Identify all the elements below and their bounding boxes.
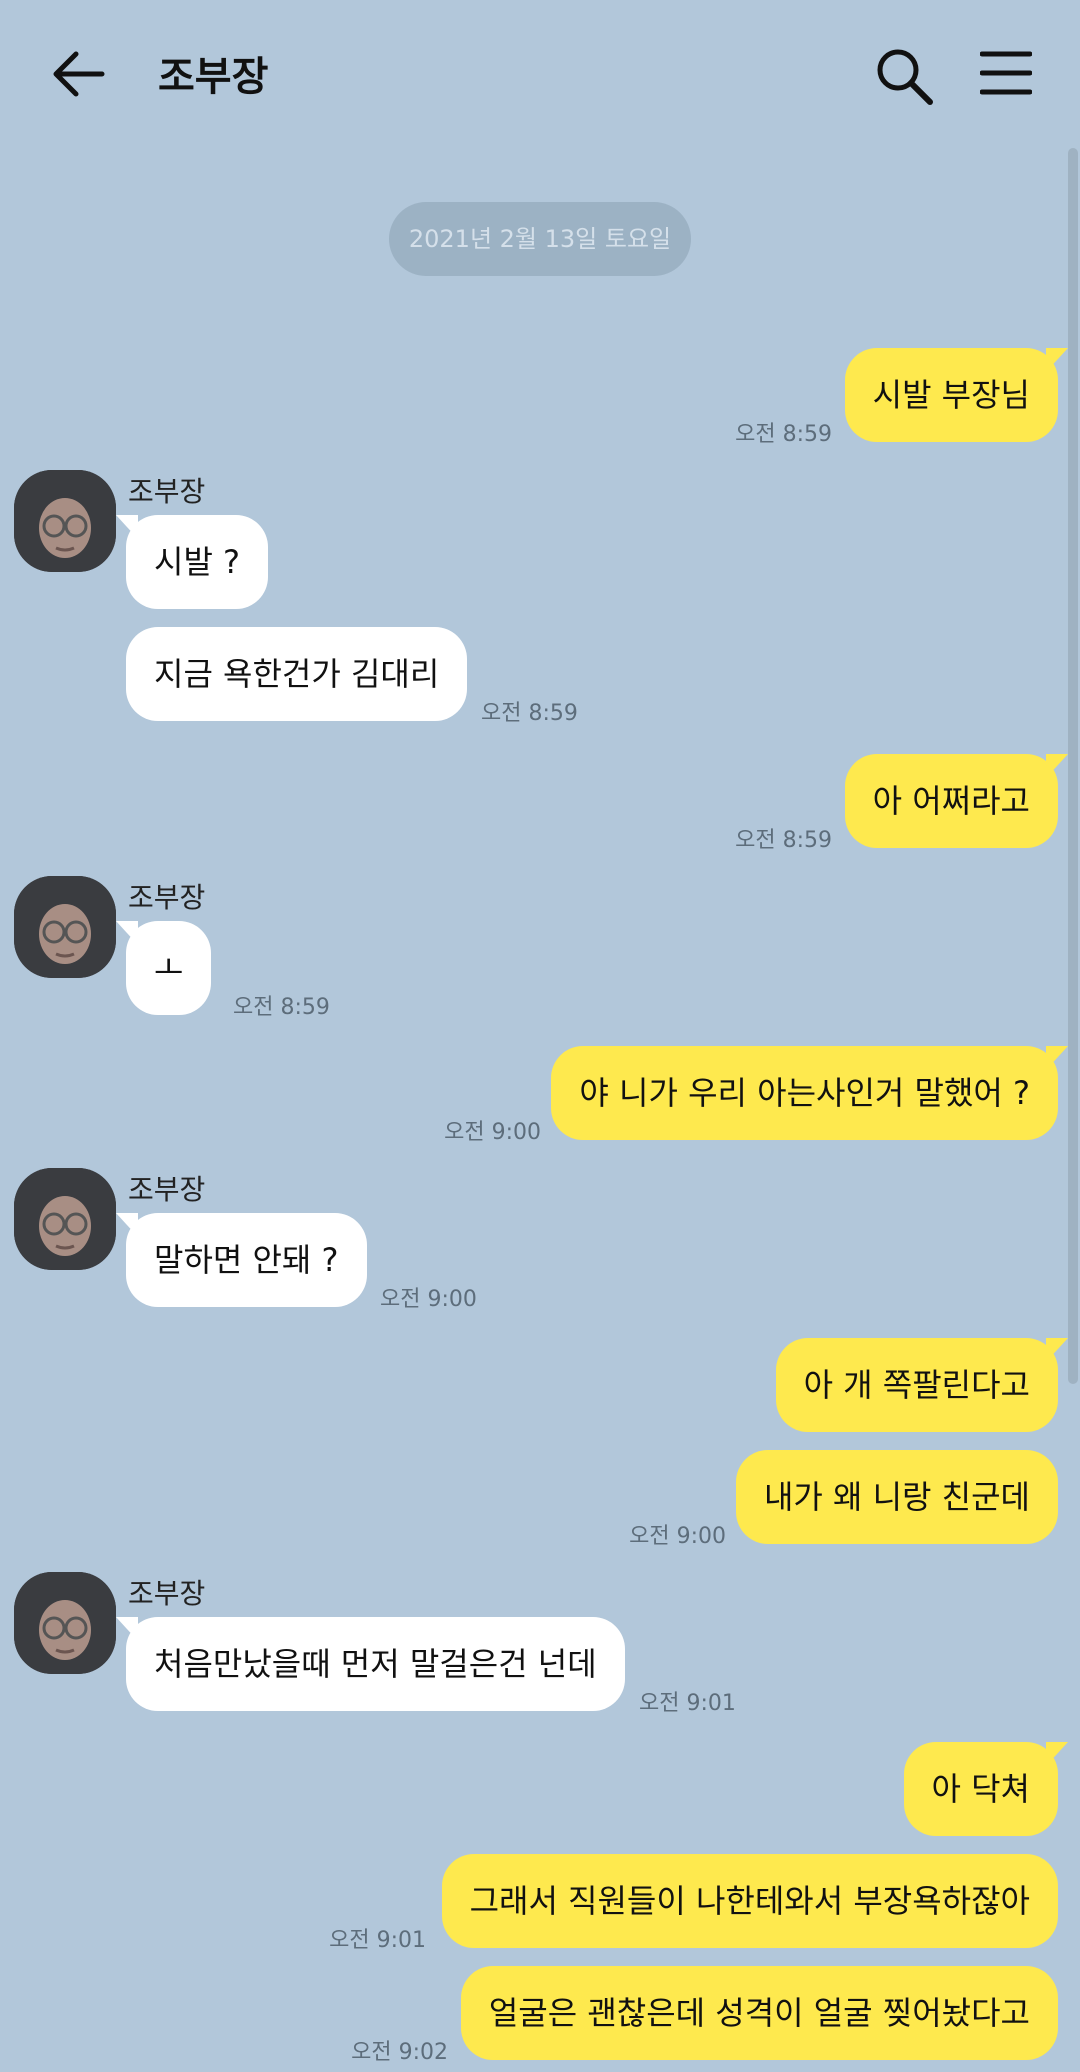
message-time: 오전 9:00 <box>629 1524 726 1549</box>
message-time: 오전 8:59 <box>233 995 330 1020</box>
message-time: 오전 9:02 <box>351 2040 448 2065</box>
their-message-bubble[interactable]: ㅗ <box>115 921 212 1015</box>
date-divider: 2021년 2월 13일 토요일 <box>389 202 691 276</box>
my-message-bubble[interactable]: 그래서 직원들이 나한테와서 부장욕하잖아 <box>441 1854 1058 1948</box>
sender-name: 조부장 <box>128 1577 206 1610</box>
avatar[interactable] <box>14 1572 116 1674</box>
message-time: 오전 8:59 <box>735 828 832 853</box>
profile-photo <box>14 1572 116 1674</box>
my-message-bubble[interactable]: 아 닥쳐 <box>903 1742 1068 1836</box>
profile-photo <box>14 470 116 572</box>
message-time: 오전 9:00 <box>380 1287 477 1312</box>
search-icon <box>877 49 933 105</box>
my-message-bubble[interactable]: 야 니가 우리 아는사인거 말했어 ? <box>551 1046 1068 1140</box>
search-button[interactable] <box>872 44 936 108</box>
avatar[interactable] <box>14 1168 116 1270</box>
message-time: 오전 9:00 <box>444 1120 541 1145</box>
my-message-bubble[interactable]: 얼굴은 괜찮은데 성격이 얼굴 찢어놨다고 <box>460 1966 1058 2060</box>
message-time: 오전 9:01 <box>329 1928 426 1953</box>
my-message-bubble[interactable]: 내가 왜 니랑 친군데 <box>735 1450 1058 1544</box>
sender-name: 조부장 <box>128 475 206 508</box>
their-message-bubble[interactable]: 처음만났을때 먼저 말걸은건 넌데 <box>116 1617 625 1711</box>
scrollbar[interactable] <box>1068 148 1078 1384</box>
sender-name: 조부장 <box>128 1173 206 1206</box>
chat-title: 조부장 <box>158 54 269 100</box>
their-message-bubble[interactable]: 지금 욕한건가 김대리 <box>126 627 468 721</box>
my-message-bubble[interactable]: 아 개 쪽팔린다고 <box>775 1338 1069 1432</box>
message-time: 오전 8:59 <box>735 422 832 447</box>
avatar[interactable] <box>14 470 116 572</box>
sender-name: 조부장 <box>128 881 206 914</box>
hamburger-menu-icon <box>979 51 1033 95</box>
avatar[interactable] <box>14 876 116 978</box>
message-time: 오전 8:59 <box>481 701 578 726</box>
back-button[interactable] <box>48 48 108 100</box>
chat-header: 조부장 <box>0 0 1080 148</box>
profile-photo <box>14 876 116 978</box>
my-message-bubble[interactable]: 아 어쩌라고 <box>844 754 1069 848</box>
menu-button[interactable] <box>979 50 1033 96</box>
their-message-bubble[interactable]: 시발 ? <box>115 515 269 609</box>
my-message-bubble[interactable]: 시발 부장님 <box>844 348 1069 442</box>
arrow-left-icon <box>53 51 105 97</box>
message-time: 오전 9:01 <box>639 1691 736 1716</box>
their-message-bubble[interactable]: 말하면 안돼 ? <box>116 1213 367 1307</box>
profile-photo <box>14 1168 116 1270</box>
